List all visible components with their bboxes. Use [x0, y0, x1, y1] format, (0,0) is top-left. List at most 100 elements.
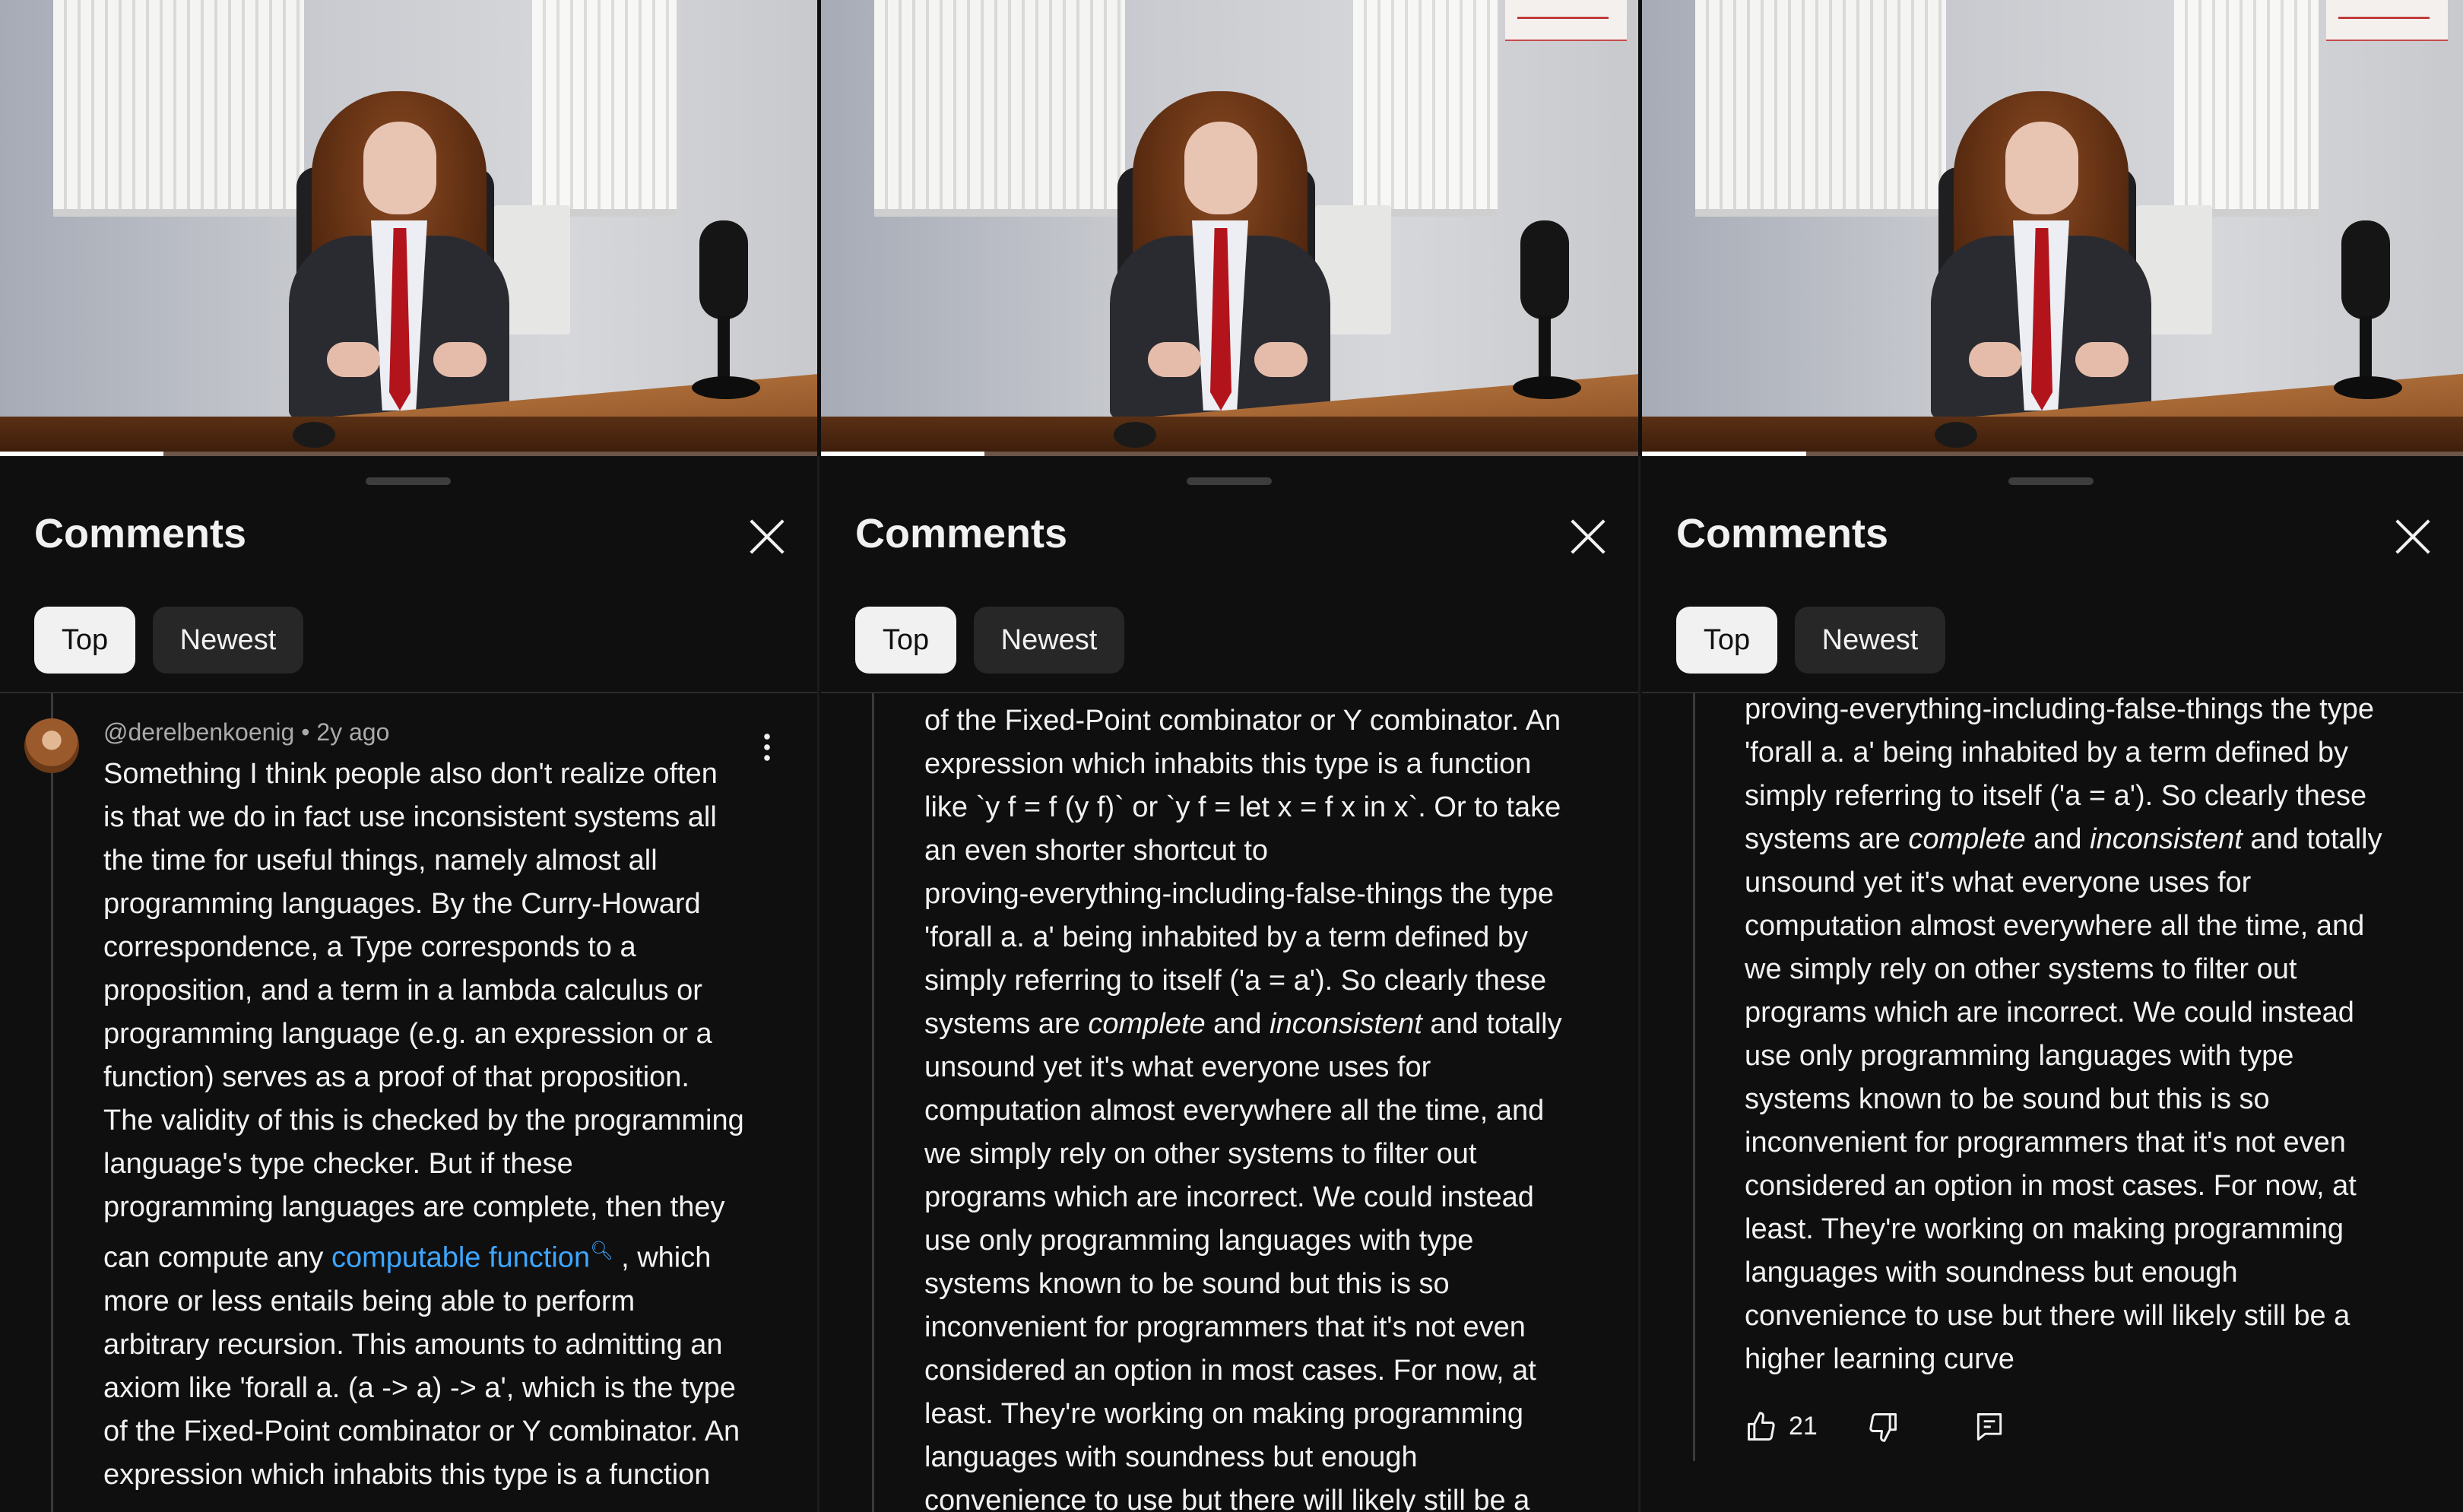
comment-author[interactable]: @derelbenkoenig [103, 718, 294, 746]
link-prefix: can compute any [103, 1241, 331, 1274]
comment-line: computation almost everywhere all the ti… [924, 1095, 1545, 1127]
wall-poster [1505, 0, 1627, 41]
comment-line: is that we do in fact use inconsistent s… [103, 801, 717, 833]
close-icon[interactable] [1568, 517, 1608, 556]
presenter [1095, 91, 1353, 418]
scroll-clip-edge [1642, 692, 2463, 693]
emphasis-inconsistent: inconsistent [1270, 1008, 1422, 1040]
comment-line: convenience to use but there will likely… [924, 1485, 1530, 1512]
screen-2: Comments Top Newest of the Fixed-Point c… [821, 0, 1638, 1512]
comment-line: convenience to use but there will likely… [1745, 1300, 2350, 1332]
comment-line: The validity of this is checked by the p… [103, 1105, 744, 1136]
comment-line: 'forall a. a' being inhabited by a term … [1745, 737, 2349, 769]
comment-emphasis-line: systems are complete and inconsistent an… [1745, 818, 2382, 861]
comment-line: considered an option in most cases. For … [924, 1355, 1536, 1387]
microphone [2334, 220, 2402, 403]
thread-line [51, 693, 53, 1512]
tab-newest[interactable]: Newest [974, 607, 1124, 674]
comment-line: Something I think people also don't real… [103, 758, 718, 790]
tab-newest[interactable]: Newest [153, 607, 303, 674]
comment-line: function) serves as a proof of that prop… [103, 1061, 689, 1093]
text-span: and totally [2242, 823, 2382, 855]
drag-handle[interactable] [1187, 477, 1272, 485]
meta-separator: • [301, 718, 310, 746]
comment-body: of the Fixed-Point combinator or Y combi… [924, 699, 1562, 1512]
like-count: 21 [1789, 1412, 1818, 1441]
avatar[interactable] [24, 718, 79, 773]
screen-divider [1638, 456, 1640, 1512]
comment-line: simply referring to itself ('a = a'). So… [924, 965, 1547, 997]
comment-line: the time for useful things, namely almos… [103, 845, 658, 876]
screen-1: Comments Top Newest @derelbenkoenig • 2y… [0, 0, 817, 1512]
drag-handle[interactable] [366, 477, 451, 485]
microphone [1513, 220, 1581, 403]
computer-mouse [293, 422, 335, 448]
screens-container: Comments Top Newest @derelbenkoenig • 2y… [0, 0, 2463, 1512]
emphasis-complete: complete [1908, 823, 2026, 855]
text-span: and [2025, 823, 2091, 855]
drag-handle[interactable] [2008, 477, 2094, 485]
video-player[interactable] [0, 0, 817, 456]
video-player[interactable] [1642, 0, 2463, 456]
close-icon[interactable] [747, 517, 787, 556]
comment-line: proving-everything-including-false-thing… [924, 878, 1555, 910]
presenter [274, 91, 532, 418]
comment-line: least. They're working on making program… [924, 1398, 1524, 1430]
window-blinds-right [2174, 0, 2319, 217]
more-options-icon[interactable] [764, 731, 770, 762]
comment-line: systems known to be sound but this is so [1745, 1083, 2270, 1115]
tab-top[interactable]: Top [34, 607, 135, 674]
computer-mouse [1935, 422, 1977, 448]
thread-line [872, 693, 874, 1512]
close-icon[interactable] [2393, 517, 2433, 556]
comment-line: an even shorter shortcut to [924, 835, 1269, 867]
comment-line: we simply rely on other systems to filte… [1745, 953, 2297, 985]
desk-edge [1642, 417, 2463, 456]
desk-edge [821, 417, 1638, 456]
comment-line: more or less entails being able to perfo… [103, 1285, 636, 1317]
comments-title: Comments [1676, 511, 1889, 556]
comment-time: 2y ago [316, 718, 390, 746]
comment-line: we simply rely on other systems to filte… [924, 1138, 1477, 1170]
link-suffix: , which [613, 1241, 712, 1274]
tab-top[interactable]: Top [855, 607, 956, 674]
comment-line: axiom like 'forall a. (a -> a) -> a', wh… [103, 1371, 736, 1404]
comment-body: Something I think people also don't real… [103, 753, 744, 1497]
comments-panel: Comments Top Newest @derelbenkoenig • 2y… [0, 456, 817, 1512]
thumbs-down-icon[interactable] [1866, 1410, 1900, 1444]
comment-line: 'forall a. a' being inhabited by a term … [924, 921, 1529, 953]
emphasis-inconsistent: inconsistent [2090, 823, 2243, 855]
comment-line: of the Fixed-Point combinator or Y combi… [924, 705, 1561, 737]
comments-title: Comments [34, 511, 247, 556]
comment-line: correspondence, a Type corresponds to a [103, 931, 636, 963]
thread-line [1693, 693, 1695, 1461]
tab-top[interactable]: Top [1676, 607, 1777, 674]
comment-emphasis-line: systems are complete and inconsistent an… [924, 1003, 1562, 1046]
thumbs-up-icon[interactable] [1745, 1410, 1778, 1444]
screen-divider [817, 456, 819, 1512]
comment-line: least. They're working on making program… [1745, 1213, 2344, 1245]
comment-line: languages with soundness but enough [924, 1441, 1418, 1473]
comment-line: proposition, and a term in a lambda calc… [103, 975, 702, 1006]
comments-title: Comments [855, 511, 1068, 556]
comment-line: language's type checker. But if these [103, 1148, 573, 1180]
search-icon[interactable]: 🔍︎ [590, 1241, 613, 1261]
computer-mouse [1114, 422, 1156, 448]
window-blinds-right [532, 0, 677, 217]
comment-line: use only programming languages with type [924, 1225, 1474, 1257]
computable-function-link[interactable]: computable function [331, 1242, 590, 1274]
comment-line: programming languages. By the Curry-Howa… [103, 888, 701, 920]
wall-poster [2326, 0, 2448, 41]
scroll-clip-edge [821, 692, 1638, 693]
comment-line: like `y f = f (y f)` or `y f = let x = f… [924, 791, 1561, 823]
tab-newest[interactable]: Newest [1795, 607, 1945, 674]
presenter [1916, 91, 2174, 418]
text-span: systems are [924, 1008, 1089, 1040]
comment-line: simply referring to itself ('a = a'). So… [1745, 780, 2367, 812]
comment-line: computation almost everywhere all the ti… [1745, 910, 2365, 942]
desk-edge [0, 417, 817, 456]
comment-line: higher learning curve [1745, 1343, 2014, 1375]
video-player[interactable] [821, 0, 1638, 456]
comment-line: programs which are incorrect. We could i… [1745, 997, 2354, 1029]
reply-icon[interactable] [1973, 1410, 2006, 1444]
